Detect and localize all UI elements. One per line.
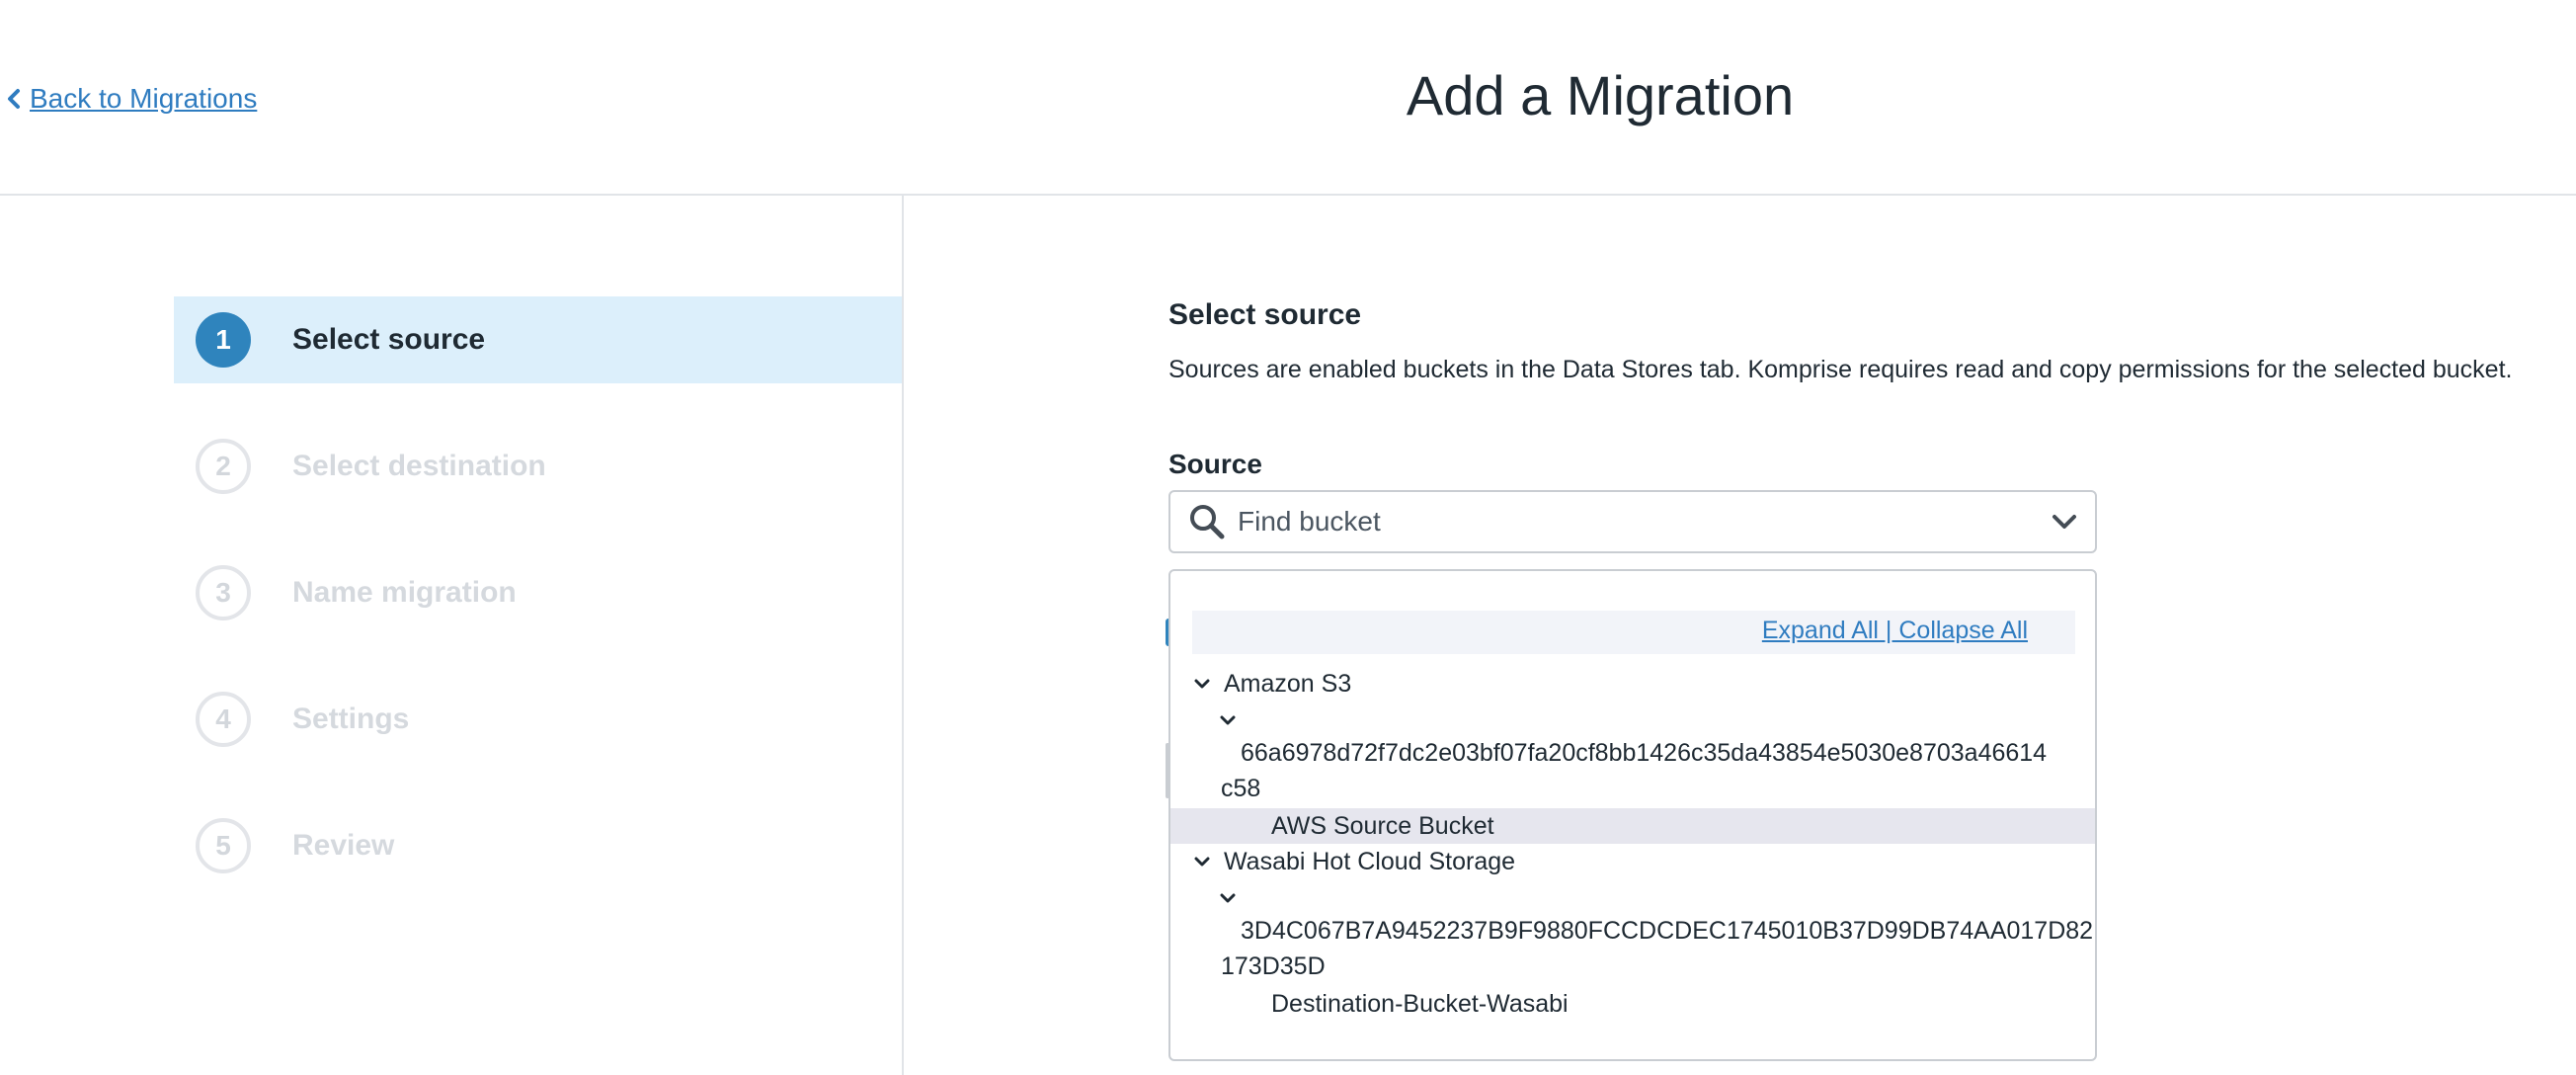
step-select-source[interactable]: 1 Select source xyxy=(174,296,902,383)
tree-node-provider[interactable]: Wasabi Hot Cloud Storage xyxy=(1170,844,2095,879)
bucket-option[interactable]: Destination-Bucket-Wasabi xyxy=(1170,986,2095,1022)
back-to-migrations-link[interactable]: Back to Migrations xyxy=(6,79,257,119)
section-title: Select source xyxy=(1168,298,1362,331)
account-id: 66a6978d72f7dc2e03bf07fa20cf8bb1426c35da… xyxy=(1241,739,2048,767)
step-label: Review xyxy=(292,829,395,862)
step-settings: 4 Settings xyxy=(174,676,902,763)
step-review: 5 Review xyxy=(174,802,902,889)
find-bucket-input[interactable] xyxy=(1236,505,2050,538)
provider-label: Wasabi Hot Cloud Storage xyxy=(1224,847,1516,875)
step-select-destination: 2 Select destination xyxy=(174,423,902,510)
chevron-down-icon[interactable] xyxy=(2052,512,2077,532)
tree-node-provider[interactable]: Amazon S3 xyxy=(1170,666,2095,702)
bucket-option-selected[interactable]: AWS Source Bucket xyxy=(1170,808,2095,844)
source-bucket-select[interactable] xyxy=(1168,490,2097,553)
step-number: 1 xyxy=(196,312,251,368)
step-label: Select source xyxy=(292,323,486,356)
step-name-migration: 3 Name migration xyxy=(174,549,902,636)
page-header: Back to Migrations Add a Migration xyxy=(0,0,2576,196)
step-number: 2 xyxy=(196,439,251,494)
step-number: 4 xyxy=(196,692,251,747)
back-link-label[interactable]: Back to Migrations xyxy=(30,83,257,115)
dropdown-toolbar: Expand All | Collapse All xyxy=(1192,611,2075,654)
account-id-continued: 173D35D xyxy=(1221,952,1326,980)
expand-collapse-all-link[interactable]: Expand All | Collapse All xyxy=(1762,617,2028,645)
provider-label: Amazon S3 xyxy=(1224,669,1352,698)
bucket-dropdown: Expand All | Collapse All Amazon S3 66a6… xyxy=(1168,569,2097,1061)
step-label: Name migration xyxy=(292,576,517,609)
page-title: Add a Migration xyxy=(1406,64,1795,126)
tree-node-account[interactable] xyxy=(1170,881,2095,915)
step-number: 3 xyxy=(196,565,251,620)
chevron-left-icon xyxy=(8,89,20,109)
step-label: Select destination xyxy=(292,450,546,482)
account-id: 3D4C067B7A9452237B9F9880FCCDCDEC1745010B… xyxy=(1241,917,2094,945)
bucket-label: Destination-Bucket-Wasabi xyxy=(1271,989,1569,1018)
source-field-label: Source xyxy=(1168,449,1262,479)
step-number: 5 xyxy=(196,818,251,873)
tree-node-account[interactable] xyxy=(1170,703,2095,737)
chevron-down-icon[interactable] xyxy=(1220,714,1236,726)
bucket-label: AWS Source Bucket xyxy=(1271,811,1494,840)
chevron-down-icon[interactable] xyxy=(1194,678,1210,690)
chevron-down-icon[interactable] xyxy=(1194,856,1210,868)
step-label: Settings xyxy=(292,703,410,735)
chevron-down-icon[interactable] xyxy=(1220,892,1236,904)
search-icon xyxy=(1190,505,1225,539)
account-id-continued: c58 xyxy=(1221,775,1261,802)
section-description: Sources are enabled buckets in the Data … xyxy=(1168,356,2513,383)
